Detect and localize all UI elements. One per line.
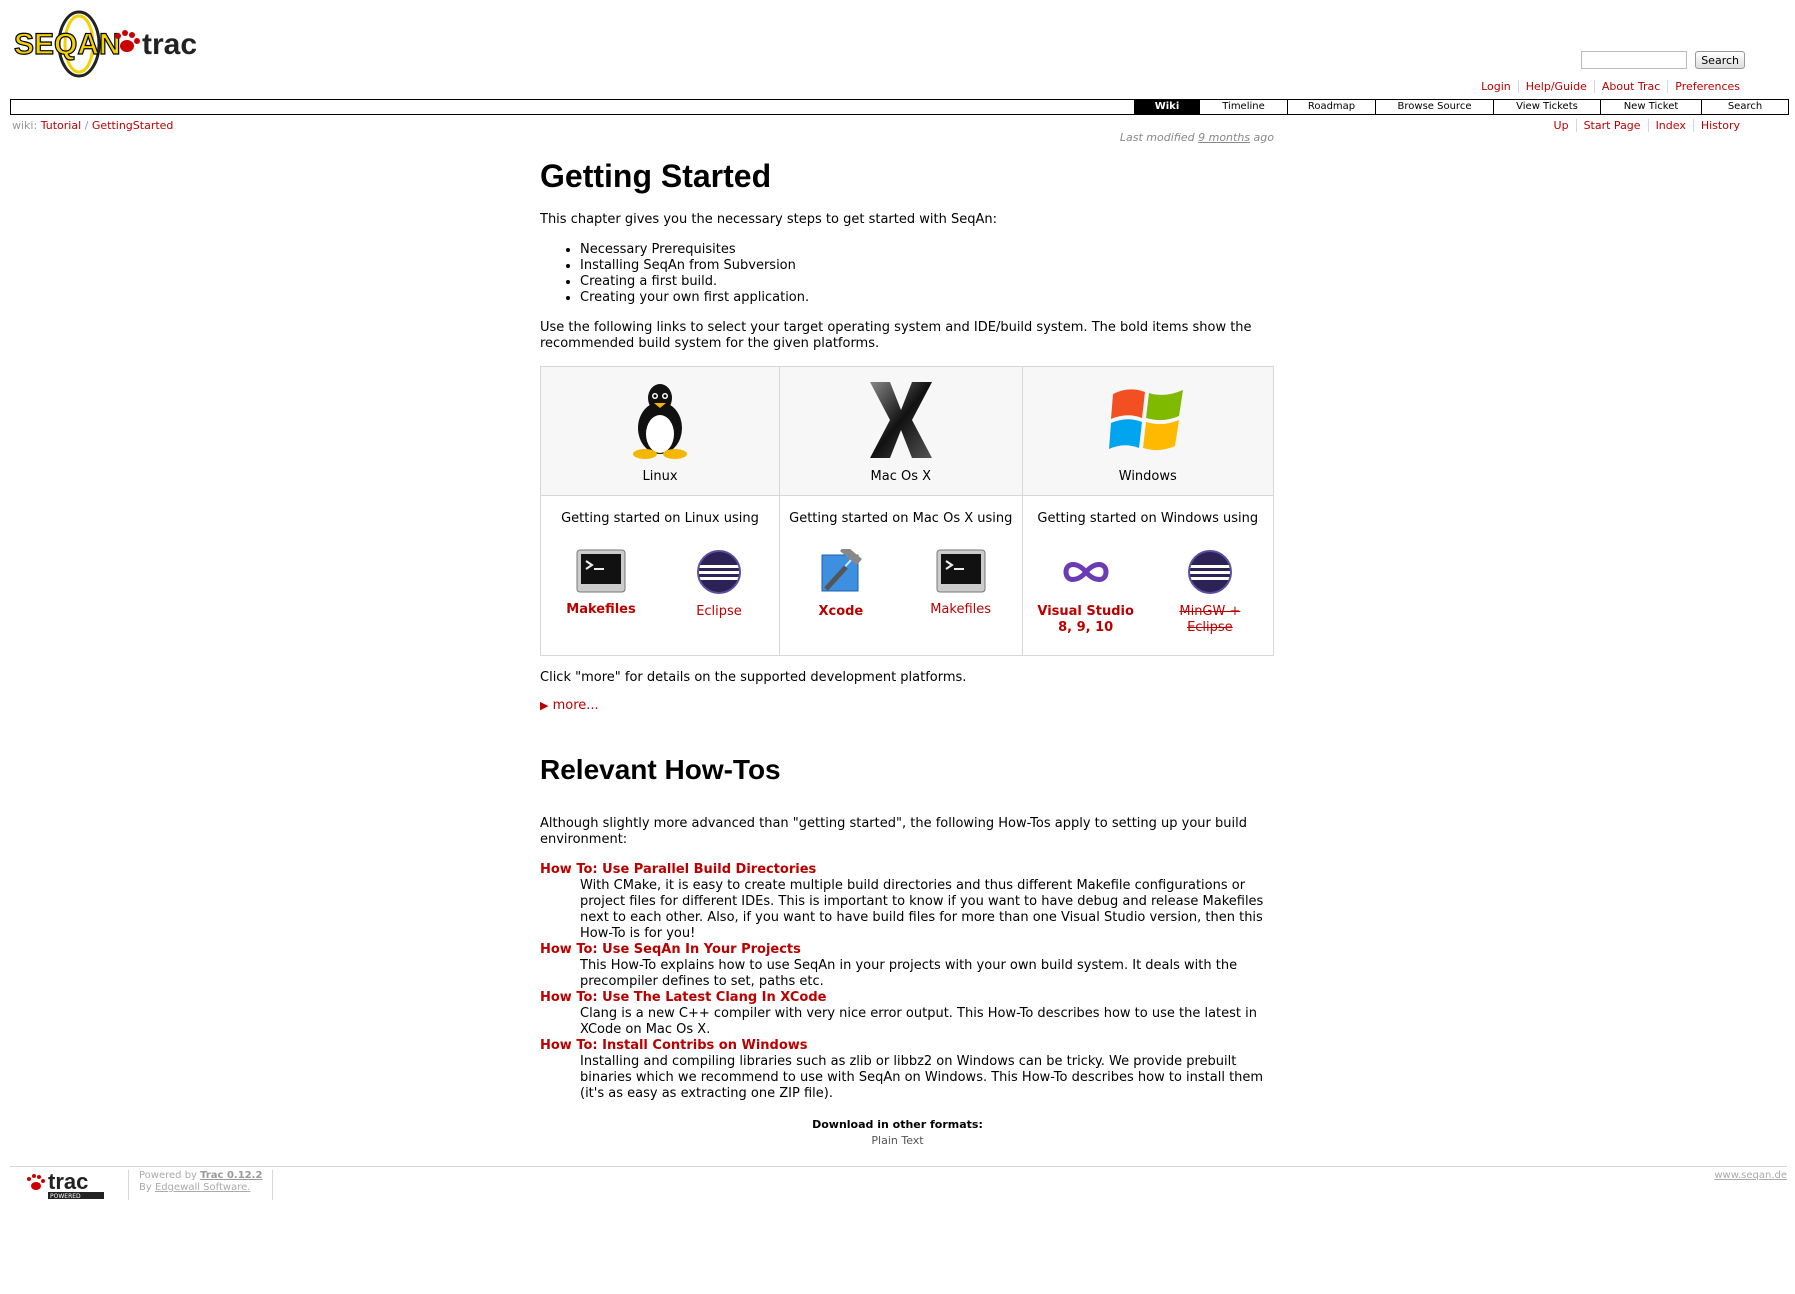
more-text: Click "more" for details on the supporte…	[540, 670, 967, 685]
tab-timeline[interactable]: Timeline	[1199, 100, 1287, 114]
mac-xcode-link[interactable]: Xcode	[786, 544, 896, 620]
select-text: Use the following links to select your t…	[540, 320, 1252, 351]
howto-link[interactable]: How To: Use The Latest Clang In XCode	[540, 990, 826, 1005]
svg-text:POWERED: POWERED	[50, 1193, 81, 1200]
terminal-icon	[936, 549, 986, 593]
last-modified-link[interactable]: 9 months	[1198, 131, 1250, 144]
howtos-title: Relevant How-Tos	[540, 754, 781, 785]
page-title: Getting Started	[540, 158, 772, 194]
tab-new-ticket[interactable]: New Ticket	[1600, 100, 1701, 114]
footer-divider	[10, 1166, 1787, 1167]
seqan-trac-logo[interactable]: SEQAN trac	[13, 10, 224, 82]
terminal-icon	[576, 549, 626, 593]
start-page-link[interactable]: Start Page	[1584, 119, 1641, 132]
xcode-icon	[821, 544, 862, 592]
search-input[interactable]	[1581, 51, 1688, 69]
ide-heading-mac: Getting started on Mac Os X using	[789, 511, 1013, 526]
ide-cell-linux: Getting started on Linux using Makefiles	[540, 495, 780, 656]
breadcrumb-gettingstarted[interactable]: GettingStarted	[92, 119, 174, 132]
linux-eclipse-link[interactable]: Eclipse	[664, 549, 774, 620]
trac-version-link[interactable]: Trac 0.12.2	[200, 1170, 262, 1181]
tab-roadmap[interactable]: Roadmap	[1287, 100, 1375, 114]
tab-search[interactable]: Search	[1701, 100, 1788, 114]
about-trac-link[interactable]: About Trac	[1602, 80, 1660, 93]
howtos-list: How To: Use Parallel Build Directories W…	[540, 862, 1274, 1102]
tab-browse-source[interactable]: Browse Source	[1375, 100, 1493, 114]
more-toggle[interactable]: ▶ more...	[540, 698, 1274, 714]
os-cell-windows: Windows	[1021, 366, 1275, 496]
list-item: Installing SeqAn from Subversion	[580, 258, 1274, 274]
ide-cell-mac: Getting started on Mac Os X using Xcode	[779, 495, 1023, 656]
eclipse-icon	[697, 550, 741, 594]
svg-text:trac: trac	[48, 1170, 88, 1194]
howto-desc: With CMake, it is easy to create multipl…	[580, 878, 1264, 941]
linux-makefiles-link[interactable]: Makefiles	[546, 549, 656, 620]
os-label-mac: Mac Os X	[870, 469, 932, 484]
eclipse-icon	[1187, 550, 1232, 594]
os-label-linux: Linux	[642, 469, 678, 484]
windows-visual-studio-link[interactable]: Visual Studio 8, 9, 10	[1031, 549, 1141, 636]
trac-powered-logo[interactable]: trac POWERED	[24, 1169, 108, 1200]
list-item: Creating a first build.	[580, 274, 1274, 290]
tab-view-tickets[interactable]: View Tickets	[1493, 100, 1600, 114]
triangle-right-icon: ▶	[540, 699, 549, 712]
last-modified: Last modified 9 months ago	[1119, 131, 1274, 144]
list-item: Creating your own first application.	[580, 290, 1274, 306]
visual-studio-icon	[1063, 562, 1109, 582]
howto-desc: This How-To explains how to use SeqAn in…	[580, 958, 1238, 989]
logo-seqan-text: SEQAN	[14, 28, 121, 61]
context-nav: Up Start Page Index History	[1547, 119, 1747, 132]
up-link[interactable]: Up	[1554, 119, 1569, 132]
mac-makefiles-link[interactable]: Makefiles	[906, 549, 1016, 620]
wiki-content: Last modified 9 months ago Getting Start…	[540, 130, 1275, 1102]
altlinks-heading: Download in other formats:	[812, 1118, 983, 1131]
meta-nav: Login Help/Guide About Trac Preferences	[1474, 80, 1747, 93]
history-link[interactable]: History	[1701, 119, 1740, 132]
plain-text-link[interactable]: Plain Text	[0, 1134, 1795, 1147]
site-url-link[interactable]: www.seqan.de	[1714, 1170, 1787, 1181]
login-link[interactable]: Login	[1481, 80, 1511, 93]
breadcrumb-separator: /	[84, 119, 89, 132]
search-button[interactable]: Search	[1695, 51, 1745, 69]
intro-text: This chapter gives you the necessary ste…	[540, 212, 997, 227]
index-link[interactable]: Index	[1656, 119, 1686, 132]
alternate-formats: Download in other formats: Plain Text	[0, 1118, 1795, 1147]
windows-mingw-eclipse-link[interactable]: MinGW + Eclipse	[1155, 549, 1265, 636]
howto-desc: Installing and compiling libraries such …	[580, 1054, 1264, 1101]
breadcrumb-prefix: wiki:	[12, 119, 38, 132]
howto-link[interactable]: How To: Use Parallel Build Directories	[540, 862, 816, 877]
ide-heading-linux: Getting started on Linux using	[561, 511, 759, 526]
tab-wiki[interactable]: Wiki	[1134, 100, 1199, 114]
help-guide-link[interactable]: Help/Guide	[1526, 80, 1587, 93]
platforms-table: Linux Mac Os X Windows Getting started o…	[540, 366, 1275, 656]
preferences-link[interactable]: Preferences	[1675, 80, 1740, 93]
windows-icon	[1108, 389, 1183, 451]
howto-link[interactable]: How To: Install Contribs on Windows	[540, 1038, 808, 1053]
search-form: Search	[1581, 51, 1745, 69]
steps-list: Necessary Prerequisites Installing SeqAn…	[540, 242, 1274, 306]
list-item: Necessary Prerequisites	[580, 242, 1274, 258]
breadcrumb-tutorial[interactable]: Tutorial	[41, 119, 81, 132]
howto-desc: Clang is a new C++ compiler with very ni…	[580, 1006, 1257, 1037]
ide-cell-windows: Getting started on Windows using Visual …	[1021, 495, 1275, 656]
main-nav: Wiki Timeline Roadmap Browse Source View…	[10, 99, 1789, 115]
howtos-intro: Although slightly more advanced than "ge…	[540, 816, 1247, 847]
powered-by: Powered by Trac 0.12.2 By Edgewall Softw…	[128, 1170, 274, 1200]
mac-x-icon	[869, 382, 932, 458]
breadcrumb: wiki: Tutorial / GettingStarted	[12, 119, 173, 132]
os-label-windows: Windows	[1118, 469, 1177, 484]
logo-trac-text: trac	[142, 28, 197, 61]
howto-link[interactable]: How To: Use SeqAn In Your Projects	[540, 942, 801, 957]
more-link[interactable]: more...	[553, 698, 599, 713]
edgewall-link[interactable]: Edgewall Software.	[155, 1182, 250, 1193]
ide-heading-windows: Getting started on Windows using	[1037, 511, 1259, 526]
os-cell-mac: Mac Os X	[779, 366, 1023, 496]
tux-icon	[633, 384, 687, 459]
os-cell-linux: Linux	[540, 366, 780, 496]
